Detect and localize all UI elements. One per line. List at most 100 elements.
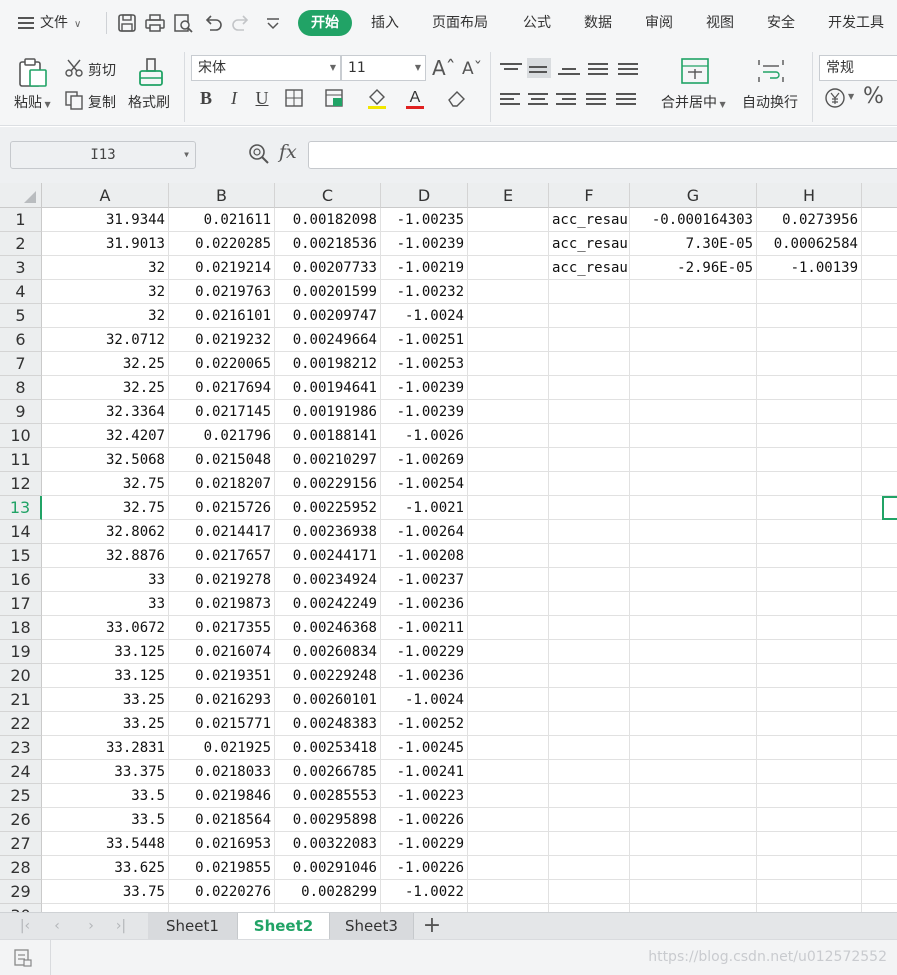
cell-d13[interactable]: -1.0021 (381, 496, 468, 520)
cell-e6[interactable] (468, 328, 549, 352)
format-painter-icon[interactable] (136, 56, 166, 88)
cell-b1[interactable]: 0.021611 (169, 208, 275, 232)
cell-b24[interactable]: 0.0218033 (169, 760, 275, 784)
cell-f4[interactable] (549, 280, 630, 304)
cell-c30[interactable] (275, 904, 381, 912)
cell-g5[interactable] (630, 304, 757, 328)
increase-indent-icon[interactable] (618, 60, 642, 80)
row-header[interactable]: 7 (0, 352, 42, 376)
cell-d30[interactable] (381, 904, 468, 912)
cell-f15[interactable] (549, 544, 630, 568)
cell-a26[interactable]: 33.5 (42, 808, 169, 832)
cell-d11[interactable]: -1.00269 (381, 448, 468, 472)
cell-h29[interactable] (757, 880, 862, 904)
cell-b25[interactable]: 0.0219846 (169, 784, 275, 808)
cell-h11[interactable] (757, 448, 862, 472)
cell-e2[interactable] (468, 232, 549, 256)
merge-center-icon[interactable] (680, 57, 710, 85)
cell-e13[interactable] (468, 496, 549, 520)
cell-h9[interactable] (757, 400, 862, 424)
cell-overflow[interactable] (862, 880, 897, 904)
redo-icon[interactable] (230, 12, 252, 34)
cell-c12[interactable]: 0.00229156 (275, 472, 381, 496)
cell-d17[interactable]: -1.00236 (381, 592, 468, 616)
cell-b10[interactable]: 0.021796 (169, 424, 275, 448)
cell-a23[interactable]: 33.2831 (42, 736, 169, 760)
customize-toolbar-icon[interactable] (262, 12, 284, 34)
cell-a18[interactable]: 33.0672 (42, 616, 169, 640)
cell-e9[interactable] (468, 400, 549, 424)
cell-g6[interactable] (630, 328, 757, 352)
cell-f28[interactable] (549, 856, 630, 880)
cell-c9[interactable]: 0.00191986 (275, 400, 381, 424)
cell-e18[interactable] (468, 616, 549, 640)
cell-a6[interactable]: 32.0712 (42, 328, 169, 352)
cell-b14[interactable]: 0.0214417 (169, 520, 275, 544)
cell-c29[interactable]: 0.0028299 (275, 880, 381, 904)
cell-f8[interactable] (549, 376, 630, 400)
cell-c4[interactable]: 0.00201599 (275, 280, 381, 304)
cell-f23[interactable] (549, 736, 630, 760)
cell-g9[interactable] (630, 400, 757, 424)
cell-e24[interactable] (468, 760, 549, 784)
cell-b28[interactable]: 0.0219855 (169, 856, 275, 880)
cell-f10[interactable] (549, 424, 630, 448)
bold-button[interactable]: B (196, 86, 216, 110)
cell-c27[interactable]: 0.00322083 (275, 832, 381, 856)
cell-d5[interactable]: -1.0024 (381, 304, 468, 328)
cell-h14[interactable] (757, 520, 862, 544)
cell-h20[interactable] (757, 664, 862, 688)
align-left-icon[interactable] (500, 90, 524, 110)
cell-b19[interactable]: 0.0216074 (169, 640, 275, 664)
cell-d20[interactable]: -1.00236 (381, 664, 468, 688)
wrap-text-icon[interactable] (756, 57, 786, 85)
column-header-c[interactable]: C (275, 183, 381, 208)
cell-g4[interactable] (630, 280, 757, 304)
cell-g29[interactable] (630, 880, 757, 904)
cell-overflow[interactable] (862, 664, 897, 688)
row-header[interactable]: 9 (0, 400, 42, 424)
cell-c7[interactable]: 0.00198212 (275, 352, 381, 376)
increase-font-icon[interactable]: Aˆ (432, 56, 456, 80)
print-icon[interactable] (144, 12, 166, 34)
cell-h7[interactable] (757, 352, 862, 376)
align-right-icon[interactable] (556, 90, 580, 110)
cell-g7[interactable] (630, 352, 757, 376)
cell-overflow[interactable] (862, 808, 897, 832)
cell-f29[interactable] (549, 880, 630, 904)
cell-h13[interactable] (757, 496, 862, 520)
cell-f21[interactable] (549, 688, 630, 712)
cell-d14[interactable]: -1.00264 (381, 520, 468, 544)
cell-c26[interactable]: 0.00295898 (275, 808, 381, 832)
cell-c16[interactable]: 0.00234924 (275, 568, 381, 592)
cell-overflow[interactable] (862, 760, 897, 784)
cell-f17[interactable] (549, 592, 630, 616)
align-middle-icon[interactable] (527, 58, 551, 78)
cell-g12[interactable] (630, 472, 757, 496)
cell-e26[interactable] (468, 808, 549, 832)
cell-b16[interactable]: 0.0219278 (169, 568, 275, 592)
cell-overflow[interactable] (862, 688, 897, 712)
row-header[interactable]: 2 (0, 232, 42, 256)
cell-f25[interactable] (549, 784, 630, 808)
first-sheet-icon[interactable]: |‹ (18, 917, 32, 935)
cell-h23[interactable] (757, 736, 862, 760)
currency-icon[interactable] (824, 87, 846, 109)
cell-c11[interactable]: 0.00210297 (275, 448, 381, 472)
cell-e10[interactable] (468, 424, 549, 448)
cell-d26[interactable]: -1.00226 (381, 808, 468, 832)
cell-d23[interactable]: -1.00245 (381, 736, 468, 760)
cell-h22[interactable] (757, 712, 862, 736)
cell-overflow[interactable] (862, 544, 897, 568)
chevron-down-icon[interactable]: ▼ (848, 92, 854, 101)
cell-e3[interactable] (468, 256, 549, 280)
cell-b8[interactable]: 0.0217694 (169, 376, 275, 400)
cell-a12[interactable]: 32.75 (42, 472, 169, 496)
cell-a29[interactable]: 33.75 (42, 880, 169, 904)
cell-d2[interactable]: -1.00239 (381, 232, 468, 256)
cell-d15[interactable]: -1.00208 (381, 544, 468, 568)
insert-function-button[interactable]: fx (279, 141, 297, 163)
cell-g1[interactable]: -0.000164303 (630, 208, 757, 232)
fill-color-icon[interactable] (366, 86, 388, 110)
cell-a14[interactable]: 32.8062 (42, 520, 169, 544)
